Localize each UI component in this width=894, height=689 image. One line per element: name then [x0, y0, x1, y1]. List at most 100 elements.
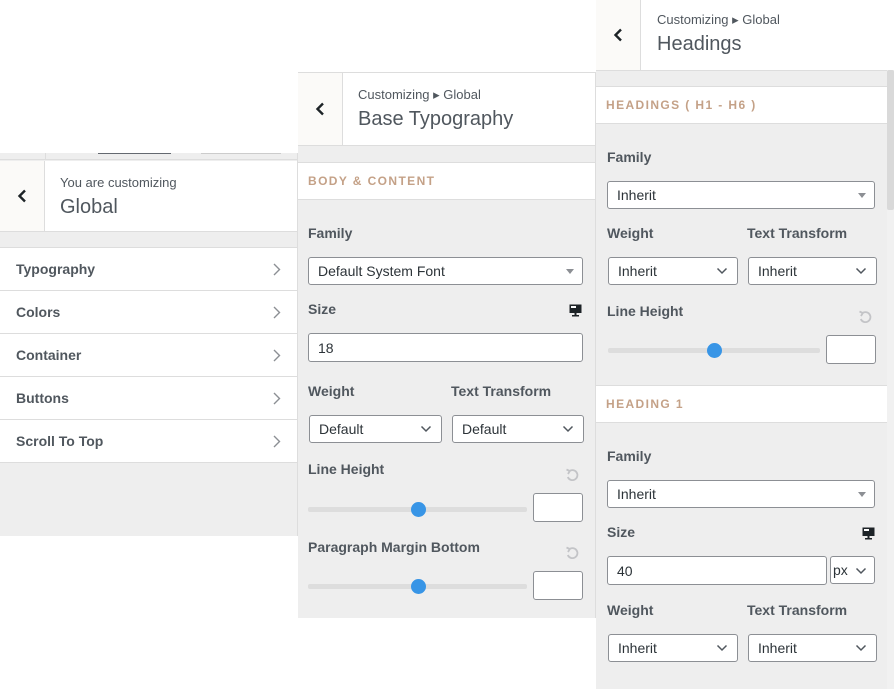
family-select[interactable]: Default System Font	[308, 257, 583, 285]
nav-item-label: Colors	[16, 304, 61, 320]
desktop-monitor-icon[interactable]	[862, 527, 875, 540]
text-transform-label: Text Transform	[747, 602, 848, 618]
header-subtitle: You are customizing	[60, 175, 177, 190]
paragraph-margin-slider[interactable]	[308, 579, 527, 594]
nav-item-buttons[interactable]: Buttons	[0, 377, 297, 420]
chevron-right-icon	[273, 349, 281, 361]
weight-label: Weight	[308, 383, 355, 399]
headings-weight-value: Inherit	[618, 263, 657, 279]
nav-item-container[interactable]: Container	[0, 334, 297, 377]
headings-panel: Customizing ▸ Global Headings HEADINGS (…	[596, 0, 894, 689]
h1-family-value: Inherit	[617, 486, 656, 502]
family-label: Family	[607, 149, 652, 165]
h1-text-transform-value: Inherit	[758, 640, 797, 656]
h1-text-transform-select[interactable]: Inherit	[748, 634, 877, 662]
h1-weight-select[interactable]: Inherit	[608, 634, 738, 662]
size-label: Size	[308, 301, 337, 317]
page-title: Base Typography	[358, 108, 514, 130]
breadcrumb: Customizing ▸ Global	[657, 12, 780, 27]
chevron-down-icon	[855, 267, 867, 275]
paragraph-margin-input[interactable]	[533, 571, 583, 600]
nav-item-scroll-to-top[interactable]: Scroll To Top	[0, 420, 297, 463]
weight-select[interactable]: Default	[309, 415, 442, 443]
h1-size-value: 40	[617, 562, 633, 579]
back-button[interactable]	[596, 0, 641, 70]
weight-select-value: Default	[319, 421, 364, 437]
headings-family-value: Inherit	[617, 187, 656, 203]
dropdown-triangle-icon	[566, 269, 574, 274]
chevron-down-icon	[562, 425, 574, 433]
headings-family-select[interactable]: Inherit	[607, 181, 875, 209]
nav-item-label: Typography	[16, 261, 96, 277]
text-transform-select[interactable]: Default	[452, 415, 584, 443]
size-input[interactable]: 18	[308, 333, 583, 362]
scrollbar-thumb[interactable]	[887, 70, 894, 210]
nav-item-label: Scroll To Top	[16, 433, 104, 449]
chevron-right-icon	[273, 263, 281, 275]
slider-thumb[interactable]	[707, 343, 722, 358]
reset-icon[interactable]	[858, 310, 873, 325]
divider	[45, 153, 46, 160]
headings-text-transform-value: Inherit	[758, 263, 797, 279]
chevron-down-icon	[716, 267, 728, 275]
line-height-label: Line Height	[607, 303, 684, 319]
chevron-down-icon	[855, 567, 867, 575]
text-transform-label: Text Transform	[747, 225, 848, 241]
paragraph-margin-bottom-label: Paragraph Margin Bottom	[308, 539, 480, 555]
h1-size-input[interactable]: 40	[607, 556, 827, 585]
headings-line-height-input[interactable]	[826, 335, 876, 364]
tab-strip	[0, 153, 297, 160]
reset-icon[interactable]	[565, 468, 580, 483]
text-transform-select-value: Default	[462, 421, 507, 437]
headings-weight-select[interactable]: Inherit	[608, 257, 738, 285]
nav-item-typography[interactable]: Typography	[0, 248, 297, 291]
nav-item-label: Buttons	[16, 390, 69, 406]
section-header: Customizing ▸ Global Headings	[596, 0, 894, 71]
page-title: Headings	[657, 33, 742, 55]
chevron-down-icon	[855, 644, 867, 652]
family-label: Family	[308, 225, 353, 241]
chevron-right-icon	[273, 306, 281, 318]
desktop-monitor-icon[interactable]	[569, 304, 582, 317]
section-list: Typography Colors Container Buttons Scro…	[0, 247, 297, 463]
weight-label: Weight	[607, 602, 654, 618]
dropdown-triangle-icon	[858, 492, 866, 497]
section-header: Customizing ▸ Global Base Typography	[298, 72, 595, 146]
header-text: Customizing ▸ Global Base Typography	[358, 87, 513, 131]
weight-label: Weight	[607, 225, 654, 241]
slider-thumb[interactable]	[410, 502, 426, 517]
global-panel: You are customizing Global Typography Co…	[0, 153, 298, 536]
active-tab-indicator	[98, 153, 171, 154]
tab-indicator	[201, 153, 281, 154]
size-input-value: 18	[318, 339, 334, 356]
size-label: Size	[607, 524, 636, 540]
section-header: You are customizing Global	[0, 161, 297, 232]
family-label: Family	[607, 448, 652, 464]
back-button[interactable]	[298, 73, 343, 145]
h1-size-unit-value: px	[833, 562, 848, 578]
nav-item-colors[interactable]: Colors	[0, 291, 297, 334]
nav-item-label: Container	[16, 347, 82, 363]
chevron-right-icon	[273, 392, 281, 404]
slider-thumb[interactable]	[410, 579, 426, 594]
h1-size-unit-select[interactable]: px	[830, 556, 875, 584]
group-title-heading-1: HEADING 1	[596, 385, 894, 423]
chevron-left-icon	[613, 28, 622, 42]
back-button[interactable]	[0, 161, 45, 231]
text-transform-label: Text Transform	[451, 383, 552, 399]
group-title-body-content: BODY & CONTENT	[298, 162, 595, 200]
headings-text-transform-select[interactable]: Inherit	[748, 257, 877, 285]
chevron-right-icon	[273, 435, 281, 447]
line-height-label: Line Height	[308, 461, 385, 477]
headings-line-height-slider[interactable]	[608, 343, 820, 358]
breadcrumb: Customizing ▸ Global	[358, 87, 481, 102]
family-select-value: Default System Font	[318, 263, 445, 279]
group-title-headings-all: HEADINGS ( H1 - H6 )	[596, 86, 894, 124]
line-height-slider[interactable]	[308, 502, 527, 517]
h1-family-select[interactable]: Inherit	[607, 480, 875, 508]
header-text: Customizing ▸ Global Headings	[657, 12, 780, 56]
base-typography-panel: Customizing ▸ Global Base Typography BOD…	[298, 72, 596, 618]
reset-icon[interactable]	[565, 546, 580, 561]
page-title: Global	[60, 196, 118, 218]
line-height-input[interactable]	[533, 493, 583, 522]
